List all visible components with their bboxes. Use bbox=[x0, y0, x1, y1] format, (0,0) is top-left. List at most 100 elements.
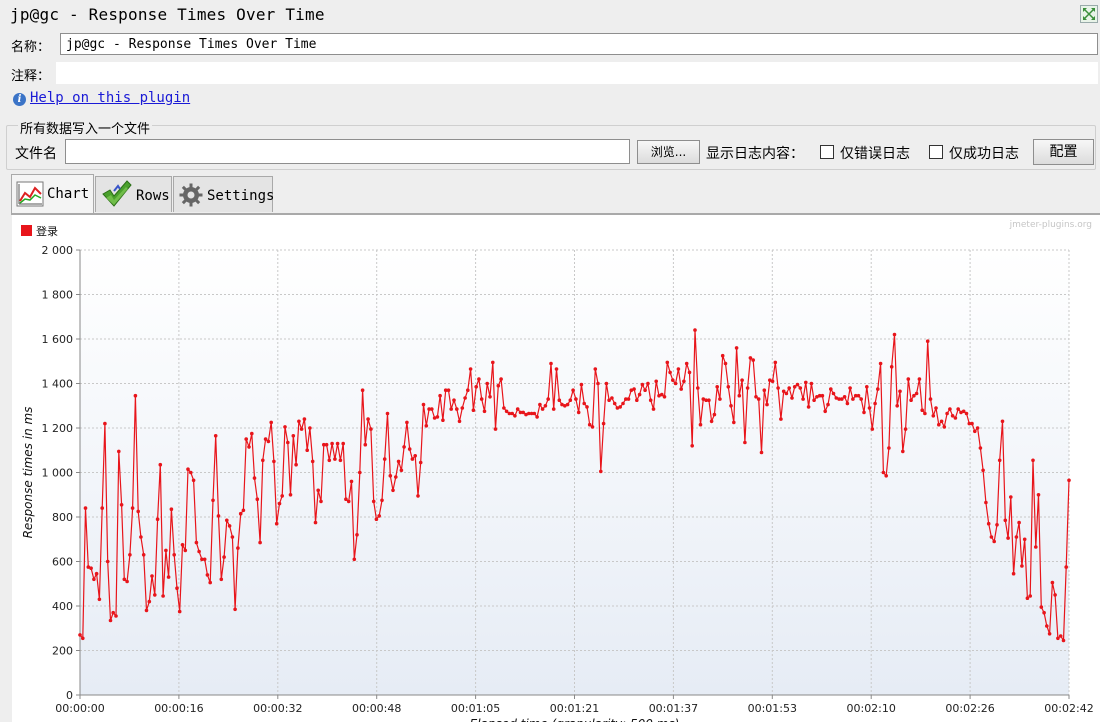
data-point bbox=[227, 524, 232, 528]
x-axis-label: Elapsed time (granularity: 500 ms) bbox=[470, 717, 680, 722]
success-only-checkbox[interactable] bbox=[929, 145, 943, 159]
data-point bbox=[485, 381, 490, 386]
y-tick-label: 2 000 bbox=[42, 244, 74, 257]
configure-button[interactable]: 配置 bbox=[1033, 139, 1094, 165]
y-tick-label: 1 000 bbox=[42, 467, 74, 480]
data-point bbox=[186, 467, 190, 471]
data-point bbox=[493, 427, 498, 431]
data-point bbox=[78, 633, 82, 637]
tab-rows[interactable]: Rows bbox=[95, 176, 172, 212]
data-point bbox=[1039, 605, 1044, 609]
info-icon: i bbox=[13, 93, 26, 106]
data-point bbox=[371, 499, 376, 504]
data-point bbox=[809, 381, 814, 386]
maximize-icon[interactable] bbox=[1080, 5, 1098, 23]
data-point bbox=[956, 407, 960, 411]
data-point bbox=[150, 574, 154, 578]
data-point bbox=[873, 401, 877, 406]
data-point bbox=[244, 437, 248, 441]
filename-input[interactable] bbox=[65, 139, 630, 164]
data-point bbox=[352, 557, 357, 562]
name-label: 名称： bbox=[11, 40, 51, 55]
data-point bbox=[277, 501, 282, 506]
data-point bbox=[144, 608, 149, 613]
y-tick-label: 1 200 bbox=[42, 422, 74, 435]
data-point bbox=[917, 377, 922, 381]
data-point bbox=[438, 393, 442, 398]
comment-input[interactable] bbox=[56, 62, 1098, 84]
data-point bbox=[324, 442, 329, 447]
data-point bbox=[205, 573, 210, 577]
help-link[interactable]: Help on this plugin bbox=[30, 90, 190, 106]
data-point bbox=[950, 414, 955, 418]
data-point bbox=[756, 397, 761, 401]
data-point bbox=[213, 434, 218, 438]
data-point bbox=[288, 493, 293, 497]
data-point bbox=[632, 387, 636, 391]
data-point bbox=[1045, 624, 1049, 628]
data-point bbox=[707, 398, 711, 402]
x-tick-label: 00:00:16 bbox=[154, 702, 203, 715]
data-point bbox=[477, 377, 481, 381]
data-point bbox=[776, 386, 780, 390]
data-point bbox=[995, 523, 999, 527]
data-point bbox=[369, 427, 373, 431]
browse-button[interactable]: 浏览... bbox=[637, 140, 700, 164]
data-point bbox=[676, 367, 681, 371]
data-point bbox=[286, 440, 290, 445]
data-point bbox=[576, 410, 581, 415]
data-point bbox=[693, 328, 697, 332]
chart-panel: 0 200 400 600 800 1 000 1 200 1 400 1 600 1 800 2 … bbox=[12, 215, 1100, 722]
data-point bbox=[829, 387, 833, 391]
data-point bbox=[117, 449, 121, 454]
data-point bbox=[1064, 565, 1068, 569]
data-point bbox=[770, 379, 775, 384]
data-point bbox=[272, 459, 276, 464]
data-point bbox=[319, 499, 323, 504]
data-point bbox=[499, 377, 503, 381]
data-point bbox=[305, 448, 310, 452]
data-point bbox=[961, 409, 966, 414]
data-point bbox=[698, 422, 703, 427]
data-point bbox=[801, 397, 805, 401]
data-point bbox=[468, 367, 473, 371]
data-point bbox=[787, 386, 791, 390]
data-point bbox=[812, 398, 816, 402]
data-point bbox=[496, 383, 501, 388]
data-point bbox=[122, 577, 127, 582]
data-point bbox=[665, 360, 670, 365]
errors-only-checkbox[interactable] bbox=[820, 145, 834, 159]
data-point bbox=[1031, 458, 1035, 463]
data-point bbox=[225, 518, 229, 523]
checkmark-icon bbox=[100, 179, 132, 213]
y-axis-label: Response times in ms bbox=[21, 407, 35, 539]
data-point bbox=[92, 577, 96, 582]
name-input[interactable]: jp@gc - Response Times Over Time bbox=[60, 33, 1098, 55]
data-point bbox=[901, 449, 905, 454]
data-point bbox=[133, 393, 138, 398]
data-point bbox=[1009, 495, 1013, 499]
data-point bbox=[344, 497, 348, 502]
title-bar: jp@gc - Response Times Over Time bbox=[0, 0, 1100, 30]
data-point bbox=[219, 577, 224, 582]
data-point bbox=[643, 388, 647, 392]
tab-chart-label: Chart bbox=[47, 186, 90, 202]
data-point bbox=[745, 386, 750, 390]
tab-settings[interactable]: Settings bbox=[173, 176, 274, 212]
data-point bbox=[718, 397, 722, 401]
data-point bbox=[119, 503, 124, 507]
data-point bbox=[114, 614, 118, 618]
data-point bbox=[671, 378, 675, 382]
data-point bbox=[405, 420, 409, 425]
data-point bbox=[737, 393, 742, 398]
window-title: jp@gc - Response Times Over Time bbox=[10, 5, 325, 24]
data-point bbox=[1020, 564, 1024, 568]
tab-chart[interactable]: Chart bbox=[11, 174, 94, 214]
data-point bbox=[333, 457, 337, 461]
log-content-label: 显示日志内容： bbox=[706, 146, 804, 162]
data-point bbox=[504, 409, 509, 414]
errors-only-label: 仅错误日志 bbox=[840, 146, 910, 162]
y-tick-label: 800 bbox=[52, 511, 73, 524]
data-point bbox=[341, 441, 346, 446]
data-point bbox=[474, 385, 479, 389]
